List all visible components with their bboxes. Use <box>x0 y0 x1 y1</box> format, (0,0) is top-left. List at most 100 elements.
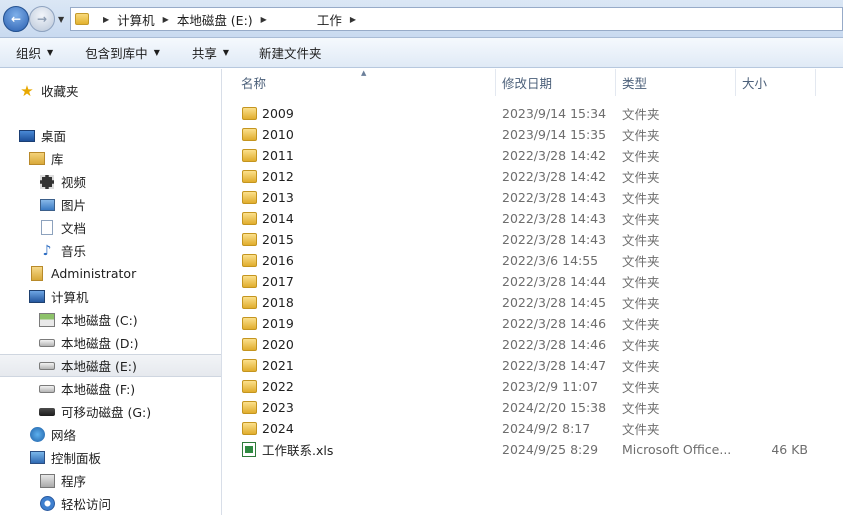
breadcrumb-root-chevron[interactable]: ▶ <box>95 15 117 24</box>
file-name: 2020 <box>262 337 294 352</box>
file-name-cell: 2017 <box>223 274 496 289</box>
folder-icon <box>242 170 257 183</box>
forward-button[interactable]: → <box>29 6 55 32</box>
hard-drive-icon <box>39 361 55 370</box>
file-row[interactable]: 2011 2022/3/28 14:42 文件夹 <box>223 145 843 166</box>
folder-icon <box>242 254 257 267</box>
file-row[interactable]: 2023 2024/2/20 15:38 文件夹 <box>223 397 843 418</box>
column-header-name[interactable]: ▲ 名称 <box>223 69 496 96</box>
include-in-library-button[interactable]: 包含到库中 ▼ <box>85 43 160 62</box>
file-list: ▲ 名称 修改日期 类型 大小 2009 2023/9/14 15:34 文件夹 20… <box>223 69 843 515</box>
file-name-cell: 2023 <box>223 400 496 415</box>
folder-icon <box>242 233 257 246</box>
sidebar-item-favorites[interactable]: ★ 收藏夹 <box>0 79 221 102</box>
file-row[interactable]: 2012 2022/3/28 14:42 文件夹 <box>223 166 843 187</box>
file-type: 文件夹 <box>622 128 660 143</box>
file-name-cell: 2024 <box>223 421 496 436</box>
file-row[interactable]: 2021 2022/3/28 14:47 文件夹 <box>223 355 843 376</box>
file-date: 2022/3/28 14:43 <box>502 211 607 226</box>
folder-icon <box>242 338 257 351</box>
file-row[interactable]: 2024 2024/9/2 8:17 文件夹 <box>223 418 843 439</box>
sidebar-item-drive-c[interactable]: 本地磁盘 (C:) <box>0 308 221 331</box>
sidebar-item-control-panel[interactable]: 控制面板 <box>0 446 221 469</box>
sort-ascending-icon: ▲ <box>361 69 367 77</box>
navigation-pane: ★ 收藏夹 桌面 库 视频 图片 文档 ♪ 音乐 Administrator 计算机… <box>0 69 222 515</box>
sidebar-item-libraries[interactable]: 库 <box>0 147 221 170</box>
file-row[interactable]: 工作联系.xls 2024/9/25 8:29 Microsoft Office..… <box>223 439 843 460</box>
new-folder-button[interactable]: 新建文件夹 <box>259 43 322 62</box>
recent-pages-dropdown[interactable]: ▼ <box>58 15 64 24</box>
file-type: 文件夹 <box>622 359 660 374</box>
file-name-cell: 工作联系.xls <box>223 440 496 459</box>
file-name: 2015 <box>262 232 294 247</box>
picture-icon <box>39 198 55 211</box>
file-name-cell: 2009 <box>223 106 496 121</box>
file-row[interactable]: 2017 2022/3/28 14:44 文件夹 <box>223 271 843 292</box>
chevron-down-icon: ▼ <box>222 48 230 57</box>
column-header-size[interactable]: 大小 <box>736 69 816 96</box>
sidebar-item-videos[interactable]: 视频 <box>0 170 221 193</box>
file-row[interactable]: 2019 2022/3/28 14:46 文件夹 <box>223 313 843 334</box>
sidebar-item-music[interactable]: ♪ 音乐 <box>0 239 221 262</box>
sidebar-item-ease-of-access[interactable]: 轻松访问 <box>0 492 221 515</box>
file-date: 2022/3/28 14:44 <box>502 274 607 289</box>
file-type: 文件夹 <box>622 107 660 122</box>
sidebar-item-programs[interactable]: 程序 <box>0 469 221 492</box>
file-row[interactable]: 2013 2022/3/28 14:43 文件夹 <box>223 187 843 208</box>
breadcrumb-computer[interactable]: 计算机 ▶ <box>117 10 177 29</box>
file-date: 2024/9/25 8:29 <box>502 442 599 457</box>
user-folder-icon <box>31 266 43 281</box>
command-bar: 组织 ▼ 包含到库中 ▼ 共享 ▼ 新建文件夹 <box>0 38 843 68</box>
file-date: 2022/3/28 14:42 <box>502 169 607 184</box>
file-name: 2011 <box>262 148 294 163</box>
sidebar-item-documents[interactable]: 文档 <box>0 216 221 239</box>
file-date: 2022/3/6 14:55 <box>502 253 599 268</box>
file-type: 文件夹 <box>622 338 660 353</box>
sidebar-item-network[interactable]: 网络 <box>0 423 221 446</box>
file-type: Microsoft Office... <box>622 442 732 457</box>
folder-icon <box>242 212 257 225</box>
sidebar-item-pictures[interactable]: 图片 <box>0 193 221 216</box>
file-row[interactable]: 2022 2023/2/9 11:07 文件夹 <box>223 376 843 397</box>
file-date: 2024/2/20 15:38 <box>502 400 607 415</box>
sidebar-item-drive-e[interactable]: 本地磁盘 (E:) <box>0 354 221 377</box>
file-row[interactable]: 2014 2022/3/28 14:43 文件夹 <box>223 208 843 229</box>
breadcrumb-work[interactable]: 工作 ▶ <box>317 10 364 29</box>
sidebar-item-drive-f[interactable]: 本地磁盘 (F:) <box>0 377 221 400</box>
file-name: 2013 <box>262 190 294 205</box>
folder-icon <box>242 401 257 414</box>
programs-icon <box>39 473 55 488</box>
breadcrumb[interactable]: ▶ 计算机 ▶ 本地磁盘 (E:) ▶ 工作 ▶ <box>70 7 843 31</box>
library-icon <box>29 152 45 165</box>
hard-drive-icon <box>39 384 55 393</box>
back-button[interactable]: ← <box>3 6 29 32</box>
file-type: 文件夹 <box>622 191 660 206</box>
hard-drive-icon <box>39 338 55 347</box>
file-date: 2022/3/28 14:43 <box>502 190 607 205</box>
excel-file-icon <box>242 442 256 457</box>
folder-icon <box>75 13 89 25</box>
share-button[interactable]: 共享 ▼ <box>192 43 229 62</box>
file-type: 文件夹 <box>622 170 660 185</box>
star-icon: ★ <box>20 81 34 100</box>
column-header-date[interactable]: 修改日期 <box>496 69 616 96</box>
column-header-type[interactable]: 类型 <box>616 69 736 96</box>
file-row[interactable]: 2020 2022/3/28 14:46 文件夹 <box>223 334 843 355</box>
file-row[interactable]: 2015 2022/3/28 14:43 文件夹 <box>223 229 843 250</box>
breadcrumb-drive-e[interactable]: 本地磁盘 (E:) ▶ <box>177 10 275 29</box>
sidebar-item-administrator[interactable]: Administrator <box>0 262 221 285</box>
file-name-cell: 2011 <box>223 148 496 163</box>
file-row[interactable]: 2016 2022/3/6 14:55 文件夹 <box>223 250 843 271</box>
computer-icon <box>29 290 45 303</box>
sidebar-item-drive-g[interactable]: 可移动磁盘 (G:) <box>0 400 221 423</box>
sidebar-item-drive-d[interactable]: 本地磁盘 (D:) <box>0 331 221 354</box>
redacted-region <box>274 12 311 26</box>
sidebar-item-computer[interactable]: 计算机 <box>0 285 221 308</box>
file-row[interactable]: 2009 2023/9/14 15:34 文件夹 <box>223 103 843 124</box>
sidebar-item-desktop[interactable]: 桌面 <box>0 124 221 147</box>
video-icon <box>40 174 54 189</box>
organize-button[interactable]: 组织 ▼ <box>16 43 53 62</box>
file-row[interactable]: 2018 2022/3/28 14:45 文件夹 <box>223 292 843 313</box>
file-row[interactable]: 2010 2023/9/14 15:35 文件夹 <box>223 124 843 145</box>
file-name: 2021 <box>262 358 294 373</box>
